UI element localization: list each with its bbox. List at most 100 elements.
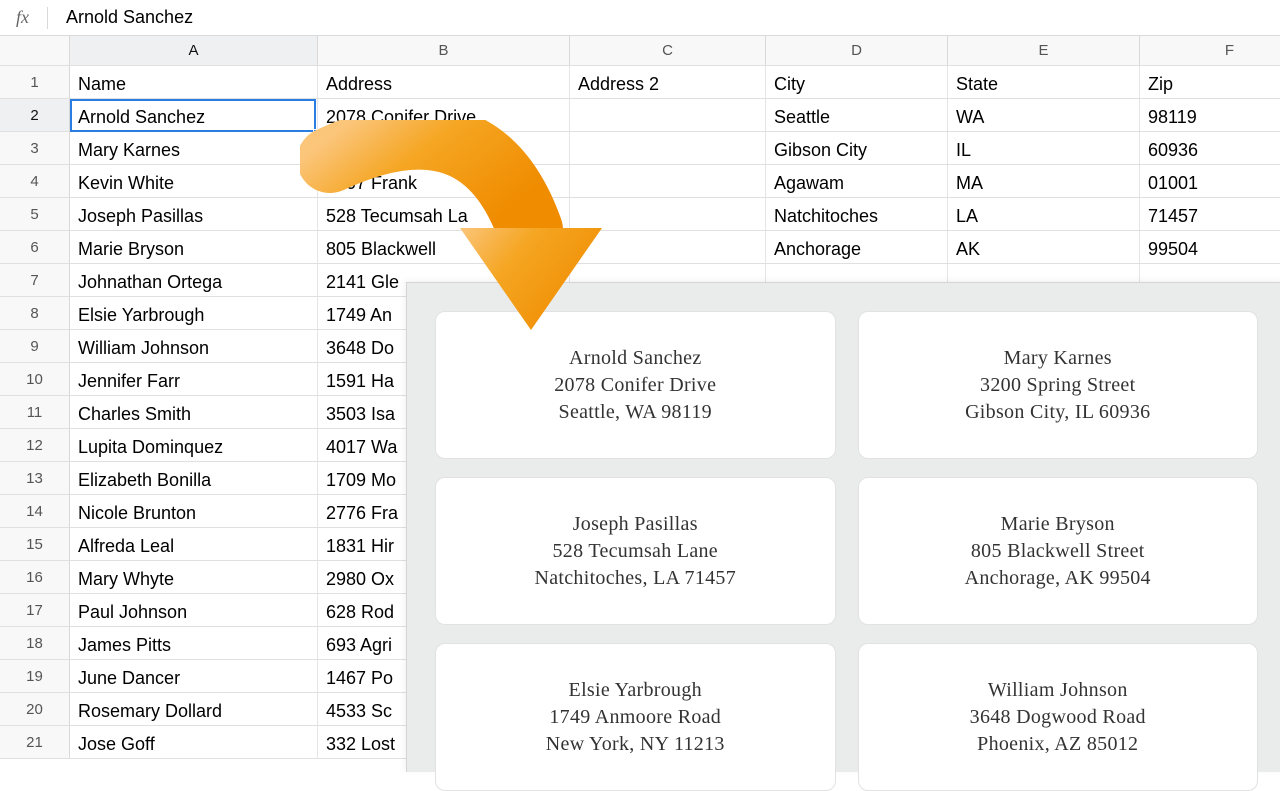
cell-A14[interactable]: Nicole Brunton bbox=[70, 495, 318, 527]
cell-F1[interactable]: Zip bbox=[1140, 66, 1280, 98]
select-all-corner[interactable] bbox=[0, 36, 70, 65]
cell-A15[interactable]: Alfreda Leal bbox=[70, 528, 318, 560]
row-header[interactable]: 6 bbox=[0, 231, 70, 263]
table-row: 5Joseph Pasillas528 Tecumsah La Natchitoc… bbox=[0, 198, 1280, 231]
label-name: William Johnson bbox=[988, 677, 1128, 704]
cell-A12[interactable]: Lupita Dominquez bbox=[70, 429, 318, 461]
row-header[interactable]: 2 bbox=[0, 99, 70, 131]
cell-A6[interactable]: Marie Bryson bbox=[70, 231, 318, 263]
column-header-F[interactable]: F bbox=[1140, 36, 1280, 65]
label-address: 528 Tecumsah Lane bbox=[552, 538, 718, 565]
cell-D2[interactable]: Seattle bbox=[766, 99, 948, 131]
row-header[interactable]: 1 bbox=[0, 66, 70, 98]
cell-F3[interactable]: 60936 bbox=[1140, 132, 1280, 164]
cell-B4[interactable]: 2907 Frank bbox=[318, 165, 570, 197]
row-header[interactable]: 8 bbox=[0, 297, 70, 329]
cell-A5[interactable]: Joseph Pasillas bbox=[70, 198, 318, 230]
cell-C3[interactable] bbox=[570, 132, 766, 164]
label-citystate: Seattle, WA 98119 bbox=[559, 399, 712, 426]
column-header-E[interactable]: E bbox=[948, 36, 1140, 65]
cell-A19[interactable]: June Dancer bbox=[70, 660, 318, 692]
cell-A11[interactable]: Charles Smith bbox=[70, 396, 318, 428]
cell-D1[interactable]: City bbox=[766, 66, 948, 98]
row-header[interactable]: 9 bbox=[0, 330, 70, 362]
cell-A9[interactable]: William Johnson bbox=[70, 330, 318, 362]
row-header[interactable]: 19 bbox=[0, 660, 70, 692]
row-header[interactable]: 20 bbox=[0, 693, 70, 725]
cell-B2[interactable]: 2078 Conifer Drive bbox=[318, 99, 570, 131]
cell-A17[interactable]: Paul Johnson bbox=[70, 594, 318, 626]
cell-D6[interactable]: Anchorage bbox=[766, 231, 948, 263]
row-header[interactable]: 10 bbox=[0, 363, 70, 395]
cell-E5[interactable]: LA bbox=[948, 198, 1140, 230]
cell-C4[interactable] bbox=[570, 165, 766, 197]
cell-A1[interactable]: Name bbox=[70, 66, 318, 98]
cell-E2[interactable]: WA bbox=[948, 99, 1140, 131]
label-citystate: Anchorage, AK 99504 bbox=[965, 565, 1151, 592]
cell-C1[interactable]: Address 2 bbox=[570, 66, 766, 98]
row-header[interactable]: 14 bbox=[0, 495, 70, 527]
label-name: Mary Karnes bbox=[1004, 345, 1112, 372]
column-header-row: A B C D E F bbox=[0, 36, 1280, 66]
cell-B3[interactable]: 3200 Sp bbox=[318, 132, 570, 164]
fill-handle[interactable] bbox=[313, 129, 320, 136]
label-address: 2078 Conifer Drive bbox=[554, 372, 716, 399]
row-header[interactable]: 3 bbox=[0, 132, 70, 164]
cell-B1[interactable]: Address bbox=[318, 66, 570, 98]
cell-C5[interactable] bbox=[570, 198, 766, 230]
cell-C2[interactable] bbox=[570, 99, 766, 131]
row-header[interactable]: 18 bbox=[0, 627, 70, 659]
address-label: William Johnson3648 Dogwood RoadPhoenix,… bbox=[858, 643, 1259, 791]
row-header[interactable]: 16 bbox=[0, 561, 70, 593]
address-label: Arnold Sanchez2078 Conifer DriveSeattle,… bbox=[435, 311, 836, 459]
label-name: Marie Bryson bbox=[1001, 511, 1115, 538]
cell-B5[interactable]: 528 Tecumsah La bbox=[318, 198, 570, 230]
row-header[interactable]: 21 bbox=[0, 726, 70, 758]
cell-A10[interactable]: Jennifer Farr bbox=[70, 363, 318, 395]
cell-E4[interactable]: MA bbox=[948, 165, 1140, 197]
cell-F6[interactable]: 99504 bbox=[1140, 231, 1280, 263]
cell-A20[interactable]: Rosemary Dollard bbox=[70, 693, 318, 725]
cell-D5[interactable]: Natchitoches bbox=[766, 198, 948, 230]
cell-D4[interactable]: Agawam bbox=[766, 165, 948, 197]
cell-E1[interactable]: State bbox=[948, 66, 1140, 98]
row-header[interactable]: 12 bbox=[0, 429, 70, 461]
cell-A4[interactable]: Kevin White bbox=[70, 165, 318, 197]
label-address: 3200 Spring Street bbox=[980, 372, 1135, 399]
cell-C6[interactable] bbox=[570, 231, 766, 263]
label-citystate: Gibson City, IL 60936 bbox=[965, 399, 1150, 426]
cell-E6[interactable]: AK bbox=[948, 231, 1140, 263]
cell-E3[interactable]: IL bbox=[948, 132, 1140, 164]
cell-A2[interactable]: Arnold Sanchez bbox=[70, 99, 318, 131]
label-name: Joseph Pasillas bbox=[573, 511, 698, 538]
labels-preview-panel: Arnold Sanchez2078 Conifer DriveSeattle,… bbox=[406, 282, 1280, 772]
column-header-D[interactable]: D bbox=[766, 36, 948, 65]
cell-A16[interactable]: Mary Whyte bbox=[70, 561, 318, 593]
row-header[interactable]: 4 bbox=[0, 165, 70, 197]
cell-D3[interactable]: Gibson City bbox=[766, 132, 948, 164]
label-address: 3648 Dogwood Road bbox=[970, 704, 1146, 731]
cell-F2[interactable]: 98119 bbox=[1140, 99, 1280, 131]
row-header[interactable]: 15 bbox=[0, 528, 70, 560]
row-header[interactable]: 5 bbox=[0, 198, 70, 230]
row-header[interactable]: 11 bbox=[0, 396, 70, 428]
cell-A13[interactable]: Elizabeth Bonilla bbox=[70, 462, 318, 494]
cell-B6[interactable]: 805 Blackwell bbox=[318, 231, 570, 263]
column-header-A[interactable]: A bbox=[70, 36, 318, 65]
row-header[interactable]: 13 bbox=[0, 462, 70, 494]
row-header[interactable]: 7 bbox=[0, 264, 70, 296]
row-header[interactable]: 17 bbox=[0, 594, 70, 626]
column-header-B[interactable]: B bbox=[318, 36, 570, 65]
column-header-C[interactable]: C bbox=[570, 36, 766, 65]
cell-A21[interactable]: Jose Goff bbox=[70, 726, 318, 758]
cell-A18[interactable]: James Pitts bbox=[70, 627, 318, 659]
cell-A3[interactable]: Mary Karnes bbox=[70, 132, 318, 164]
cell-F4[interactable]: 01001 bbox=[1140, 165, 1280, 197]
label-address: 805 Blackwell Street bbox=[971, 538, 1145, 565]
cell-A8[interactable]: Elsie Yarbrough bbox=[70, 297, 318, 329]
table-row: 6Marie Bryson805 Blackwell AnchorageAK995… bbox=[0, 231, 1280, 264]
cell-A7[interactable]: Johnathan Ortega bbox=[70, 264, 318, 296]
formula-separator bbox=[47, 7, 48, 29]
cell-F5[interactable]: 71457 bbox=[1140, 198, 1280, 230]
formula-input[interactable] bbox=[66, 7, 1280, 28]
